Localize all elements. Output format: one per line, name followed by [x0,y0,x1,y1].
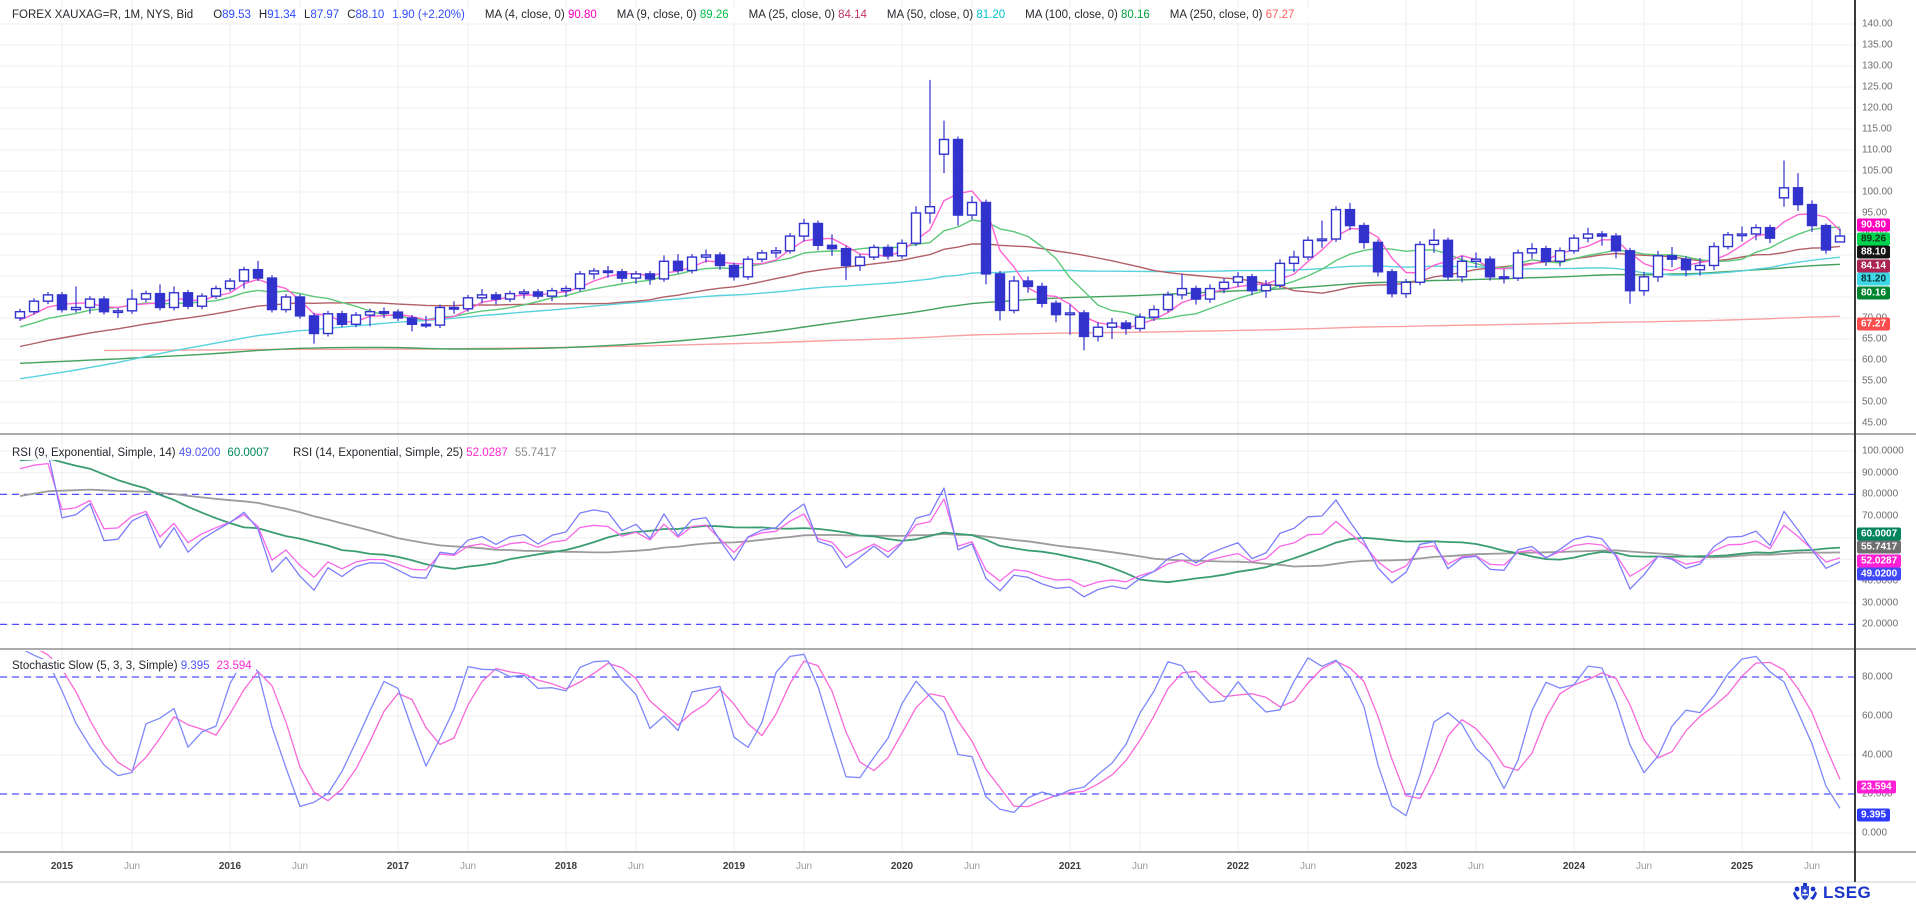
ma-9-line [20,220,1840,327]
ma-value: 90.80 [568,9,597,21]
quote-field-value: 87.97 [310,9,339,21]
quote-field-value: 88.10 [356,9,385,21]
ma-legend: MA (4, close, 0) 90.80 MA (9, close, 0) 8… [485,9,1315,21]
rsi-legend[interactable]: RSI (9, Exponential, Simple, 14) 49.0200… [12,446,560,460]
gridlines [0,0,1855,852]
rsi14-signal-line [20,490,1840,567]
stoch-label: Stochastic Slow (5, 3, 3, Simple) [12,660,181,672]
main-chart-legend[interactable]: FOREX XAUXAG=R, 1M, NYS, Bid O89.53 H91.34… [12,8,1318,22]
ma-label: MA (50, close, 0) [887,9,976,21]
quote-field-value: 91.34 [267,9,296,21]
ma-label: MA (9, close, 0) [617,9,700,21]
chart-application: 140.00135.00130.00125.00120.00115.00110.… [0,0,1916,905]
ma-label: MA (100, close, 0) [1025,9,1121,21]
stoch-k-value: 9.395 [181,660,210,672]
quote-field-value: 89.53 [222,9,251,21]
ma-label: MA (250, close, 0) [1170,9,1266,21]
rsi1-label: RSI (9, Exponential, Simple, 14) [12,447,179,459]
stoch-d-value: 23.594 [217,660,252,672]
ma-value: 81.20 [976,9,1005,21]
quote-field-label: C [347,9,355,21]
ma-label: MA (25, close, 0) [749,9,838,21]
stochastic-legend[interactable]: Stochastic Slow (5, 3, 3, Simple) 9.395 2… [12,659,256,673]
stoch-k-line [20,648,1840,816]
quote-field-label: O [213,9,222,21]
rsi2-value: 52.0287 [466,447,508,459]
stoch-d-line [20,641,1840,806]
rsi9-line [20,453,1840,597]
quote-field-label: H [259,9,267,21]
ma-value: 67.27 [1266,9,1295,21]
rsi1-signal: 60.0007 [227,447,269,459]
instrument-title: FOREX XAUXAG=R, 1M, NYS, Bid [12,9,193,21]
rsi2-signal: 55.7417 [515,447,557,459]
lseg-crest-icon [1792,882,1818,904]
lseg-logo-text: LSEG [1823,883,1871,903]
quote-change: 1.90 (+2.20%) [392,9,465,21]
ma-value: 84.14 [838,9,867,21]
rsi2-label: RSI (14, Exponential, Simple, 25) [293,447,466,459]
rsi9-signal-line [20,458,1840,582]
rsi14-line [20,464,1840,587]
ma-value: 89.26 [700,9,729,21]
lseg-logo: LSEG [1792,882,1871,904]
ma-label: MA (4, close, 0) [485,9,568,21]
ma-value: 80.16 [1121,9,1150,21]
ohlc-quote: O89.53H91.34L87.97C88.101.90 (+2.20%) [213,9,485,21]
rsi1-value: 49.0200 [179,447,221,459]
